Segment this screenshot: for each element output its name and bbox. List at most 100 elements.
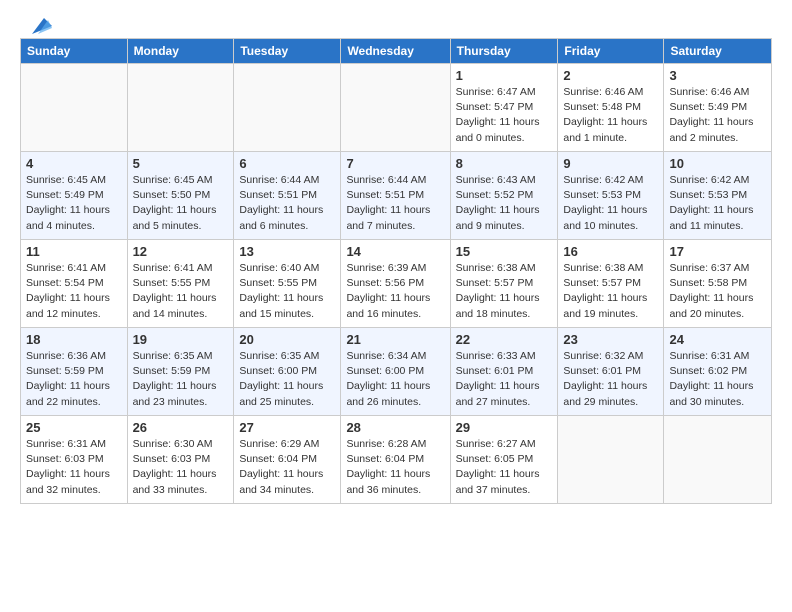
day-info: Sunrise: 6:30 AMSunset: 6:03 PMDaylight:… [133, 437, 229, 498]
calendar-cell: 4 Sunrise: 6:45 AMSunset: 5:49 PMDaylight… [21, 152, 128, 240]
day-number: 6 [239, 156, 335, 171]
day-info: Sunrise: 6:45 AMSunset: 5:49 PMDaylight:… [26, 173, 122, 234]
day-info: Sunrise: 6:37 AMSunset: 5:58 PMDaylight:… [669, 261, 766, 322]
calendar-cell [234, 64, 341, 152]
day-number: 24 [669, 332, 766, 347]
day-number: 9 [563, 156, 658, 171]
day-info: Sunrise: 6:32 AMSunset: 6:01 PMDaylight:… [563, 349, 658, 410]
calendar-cell: 8 Sunrise: 6:43 AMSunset: 5:52 PMDaylight… [450, 152, 558, 240]
day-number: 25 [26, 420, 122, 435]
calendar-cell: 14 Sunrise: 6:39 AMSunset: 5:56 PMDayligh… [341, 240, 450, 328]
day-number: 18 [26, 332, 122, 347]
day-info: Sunrise: 6:41 AMSunset: 5:54 PMDaylight:… [26, 261, 122, 322]
col-header-sunday: Sunday [21, 39, 128, 64]
day-number: 12 [133, 244, 229, 259]
day-number: 11 [26, 244, 122, 259]
day-info: Sunrise: 6:46 AMSunset: 5:49 PMDaylight:… [669, 85, 766, 146]
day-number: 14 [346, 244, 444, 259]
col-header-tuesday: Tuesday [234, 39, 341, 64]
calendar-cell: 29 Sunrise: 6:27 AMSunset: 6:05 PMDayligh… [450, 416, 558, 504]
day-info: Sunrise: 6:28 AMSunset: 6:04 PMDaylight:… [346, 437, 444, 498]
calendar-cell: 10 Sunrise: 6:42 AMSunset: 5:53 PMDayligh… [664, 152, 772, 240]
calendar-cell: 21 Sunrise: 6:34 AMSunset: 6:00 PMDayligh… [341, 328, 450, 416]
calendar-cell: 27 Sunrise: 6:29 AMSunset: 6:04 PMDayligh… [234, 416, 341, 504]
day-info: Sunrise: 6:47 AMSunset: 5:47 PMDaylight:… [456, 85, 553, 146]
col-header-monday: Monday [127, 39, 234, 64]
calendar-cell: 16 Sunrise: 6:38 AMSunset: 5:57 PMDayligh… [558, 240, 664, 328]
day-number: 3 [669, 68, 766, 83]
calendar-cell [127, 64, 234, 152]
day-number: 17 [669, 244, 766, 259]
col-header-friday: Friday [558, 39, 664, 64]
day-info: Sunrise: 6:42 AMSunset: 5:53 PMDaylight:… [563, 173, 658, 234]
day-number: 28 [346, 420, 444, 435]
day-info: Sunrise: 6:35 AMSunset: 5:59 PMDaylight:… [133, 349, 229, 410]
day-number: 16 [563, 244, 658, 259]
day-number: 2 [563, 68, 658, 83]
day-info: Sunrise: 6:42 AMSunset: 5:53 PMDaylight:… [669, 173, 766, 234]
day-number: 7 [346, 156, 444, 171]
day-number: 19 [133, 332, 229, 347]
calendar-cell: 19 Sunrise: 6:35 AMSunset: 5:59 PMDayligh… [127, 328, 234, 416]
day-info: Sunrise: 6:43 AMSunset: 5:52 PMDaylight:… [456, 173, 553, 234]
day-number: 8 [456, 156, 553, 171]
col-header-thursday: Thursday [450, 39, 558, 64]
calendar: SundayMondayTuesdayWednesdayThursdayFrid… [20, 38, 772, 504]
day-info: Sunrise: 6:44 AMSunset: 5:51 PMDaylight:… [346, 173, 444, 234]
calendar-cell: 17 Sunrise: 6:37 AMSunset: 5:58 PMDayligh… [664, 240, 772, 328]
calendar-cell: 3 Sunrise: 6:46 AMSunset: 5:49 PMDaylight… [664, 64, 772, 152]
calendar-cell: 13 Sunrise: 6:40 AMSunset: 5:55 PMDayligh… [234, 240, 341, 328]
day-number: 10 [669, 156, 766, 171]
calendar-cell: 28 Sunrise: 6:28 AMSunset: 6:04 PMDayligh… [341, 416, 450, 504]
calendar-cell: 1 Sunrise: 6:47 AMSunset: 5:47 PMDaylight… [450, 64, 558, 152]
calendar-cell: 26 Sunrise: 6:30 AMSunset: 6:03 PMDayligh… [127, 416, 234, 504]
calendar-cell: 11 Sunrise: 6:41 AMSunset: 5:54 PMDayligh… [21, 240, 128, 328]
day-info: Sunrise: 6:41 AMSunset: 5:55 PMDaylight:… [133, 261, 229, 322]
calendar-cell: 20 Sunrise: 6:35 AMSunset: 6:00 PMDayligh… [234, 328, 341, 416]
col-header-saturday: Saturday [664, 39, 772, 64]
calendar-cell: 9 Sunrise: 6:42 AMSunset: 5:53 PMDaylight… [558, 152, 664, 240]
logo [20, 16, 52, 30]
day-info: Sunrise: 6:31 AMSunset: 6:03 PMDaylight:… [26, 437, 122, 498]
day-info: Sunrise: 6:35 AMSunset: 6:00 PMDaylight:… [239, 349, 335, 410]
day-number: 21 [346, 332, 444, 347]
day-info: Sunrise: 6:31 AMSunset: 6:02 PMDaylight:… [669, 349, 766, 410]
day-info: Sunrise: 6:39 AMSunset: 5:56 PMDaylight:… [346, 261, 444, 322]
calendar-cell: 23 Sunrise: 6:32 AMSunset: 6:01 PMDayligh… [558, 328, 664, 416]
calendar-cell: 5 Sunrise: 6:45 AMSunset: 5:50 PMDaylight… [127, 152, 234, 240]
calendar-cell: 25 Sunrise: 6:31 AMSunset: 6:03 PMDayligh… [21, 416, 128, 504]
calendar-cell: 6 Sunrise: 6:44 AMSunset: 5:51 PMDaylight… [234, 152, 341, 240]
calendar-cell: 15 Sunrise: 6:38 AMSunset: 5:57 PMDayligh… [450, 240, 558, 328]
day-info: Sunrise: 6:29 AMSunset: 6:04 PMDaylight:… [239, 437, 335, 498]
day-info: Sunrise: 6:36 AMSunset: 5:59 PMDaylight:… [26, 349, 122, 410]
day-number: 1 [456, 68, 553, 83]
calendar-cell: 12 Sunrise: 6:41 AMSunset: 5:55 PMDayligh… [127, 240, 234, 328]
day-number: 13 [239, 244, 335, 259]
day-number: 27 [239, 420, 335, 435]
day-number: 26 [133, 420, 229, 435]
day-number: 22 [456, 332, 553, 347]
day-number: 4 [26, 156, 122, 171]
day-info: Sunrise: 6:38 AMSunset: 5:57 PMDaylight:… [456, 261, 553, 322]
calendar-cell: 22 Sunrise: 6:33 AMSunset: 6:01 PMDayligh… [450, 328, 558, 416]
logo-icon [22, 16, 52, 36]
col-header-wednesday: Wednesday [341, 39, 450, 64]
day-info: Sunrise: 6:45 AMSunset: 5:50 PMDaylight:… [133, 173, 229, 234]
calendar-cell [558, 416, 664, 504]
day-number: 20 [239, 332, 335, 347]
day-info: Sunrise: 6:27 AMSunset: 6:05 PMDaylight:… [456, 437, 553, 498]
day-info: Sunrise: 6:33 AMSunset: 6:01 PMDaylight:… [456, 349, 553, 410]
day-info: Sunrise: 6:34 AMSunset: 6:00 PMDaylight:… [346, 349, 444, 410]
day-info: Sunrise: 6:46 AMSunset: 5:48 PMDaylight:… [563, 85, 658, 146]
day-info: Sunrise: 6:38 AMSunset: 5:57 PMDaylight:… [563, 261, 658, 322]
calendar-cell [21, 64, 128, 152]
calendar-cell: 18 Sunrise: 6:36 AMSunset: 5:59 PMDayligh… [21, 328, 128, 416]
calendar-cell: 2 Sunrise: 6:46 AMSunset: 5:48 PMDaylight… [558, 64, 664, 152]
day-info: Sunrise: 6:40 AMSunset: 5:55 PMDaylight:… [239, 261, 335, 322]
day-info: Sunrise: 6:44 AMSunset: 5:51 PMDaylight:… [239, 173, 335, 234]
day-number: 29 [456, 420, 553, 435]
day-number: 15 [456, 244, 553, 259]
day-number: 23 [563, 332, 658, 347]
day-number: 5 [133, 156, 229, 171]
calendar-cell: 7 Sunrise: 6:44 AMSunset: 5:51 PMDaylight… [341, 152, 450, 240]
